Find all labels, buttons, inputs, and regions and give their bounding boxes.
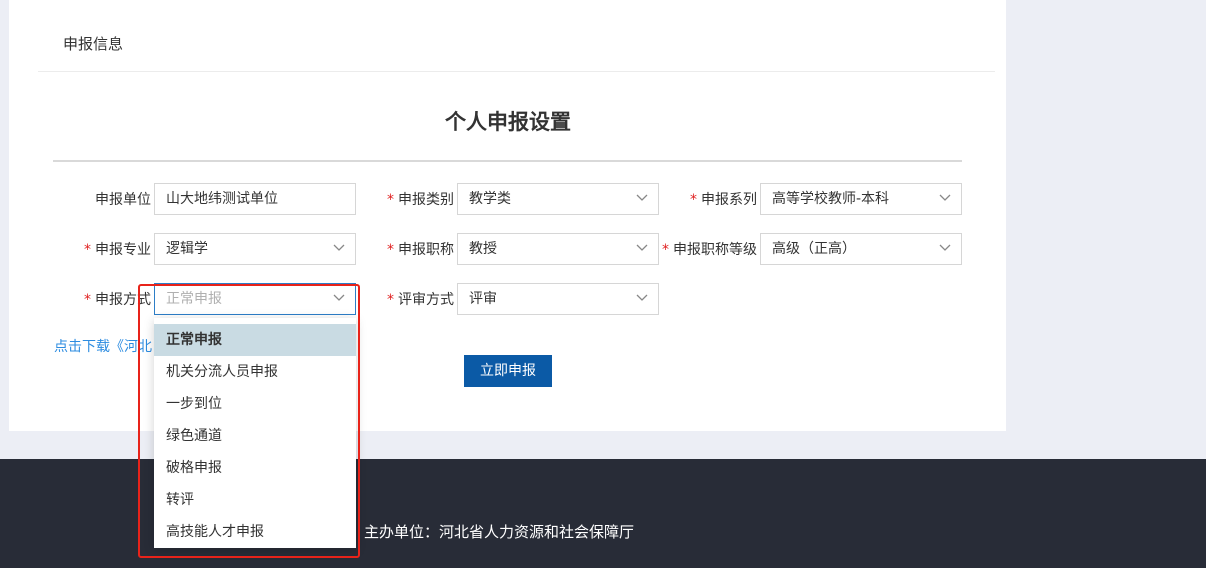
required-mark: * bbox=[387, 192, 394, 208]
title-divider bbox=[53, 160, 962, 162]
chevron-down-icon bbox=[636, 244, 648, 251]
major-label-text: 申报专业 bbox=[95, 242, 151, 258]
unit-input[interactable]: 山大地纬测试单位 bbox=[154, 183, 356, 215]
title-level-label: * 申报职称等级 bbox=[660, 234, 757, 266]
title-level-value: 高级（正高） bbox=[772, 241, 856, 257]
review-value: 评审 bbox=[469, 291, 497, 307]
review-label: * 评审方式 bbox=[370, 284, 454, 316]
title-name-label: * 申报职称 bbox=[370, 234, 454, 266]
review-select[interactable]: 评审 bbox=[457, 283, 659, 315]
series-value: 高等学校教师-本科 bbox=[772, 191, 890, 207]
dropdown-option[interactable]: 绿色通道 bbox=[154, 420, 356, 452]
section-title: 申报信息 bbox=[63, 35, 124, 53]
title-name-label-text: 申报职称 bbox=[398, 242, 454, 258]
major-value: 逻辑学 bbox=[166, 241, 208, 257]
dropdown-option[interactable]: 机关分流人员申报 bbox=[154, 356, 356, 388]
page-title: 个人申报设置 bbox=[445, 110, 571, 134]
dropdown-option[interactable]: 一步到位 bbox=[154, 388, 356, 420]
review-label-text: 评审方式 bbox=[398, 292, 454, 308]
required-mark: * bbox=[84, 292, 91, 308]
required-mark: * bbox=[387, 292, 394, 308]
major-select[interactable]: 逻辑学 bbox=[154, 233, 356, 265]
method-placeholder: 正常申报 bbox=[166, 291, 222, 307]
required-mark: * bbox=[84, 242, 91, 258]
method-label-text: 申报方式 bbox=[95, 292, 151, 308]
required-mark: * bbox=[662, 242, 669, 258]
dropdown-option[interactable]: 破格申报 bbox=[154, 452, 356, 484]
category-label: * 申报类别 bbox=[370, 184, 454, 216]
title-level-select[interactable]: 高级（正高） bbox=[760, 233, 962, 265]
required-mark: * bbox=[690, 192, 697, 208]
chevron-down-icon bbox=[939, 244, 951, 251]
series-select[interactable]: 高等学校教师-本科 bbox=[760, 183, 962, 215]
dropdown-option[interactable]: 正常申报 bbox=[154, 324, 356, 356]
chevron-down-icon bbox=[636, 194, 648, 201]
method-dropdown-menu: 正常申报 机关分流人员申报 一步到位 绿色通道 破格申报 转评 高技能人才申报 bbox=[154, 318, 356, 548]
category-value: 教学类 bbox=[469, 191, 511, 207]
series-label-text: 申报系列 bbox=[701, 192, 757, 208]
chevron-down-icon bbox=[636, 294, 648, 301]
footer-sponsor-text: 主办单位：河北省人力资源和社会保障厅 bbox=[364, 523, 635, 541]
unit-label: 申报单位 bbox=[54, 184, 151, 216]
method-label: * 申报方式 bbox=[54, 284, 151, 316]
title-name-select[interactable]: 教授 bbox=[457, 233, 659, 265]
title-name-value: 教授 bbox=[469, 241, 497, 257]
series-label: * 申报系列 bbox=[660, 184, 757, 216]
unit-value: 山大地纬测试单位 bbox=[166, 191, 278, 207]
method-select[interactable]: 正常申报 bbox=[154, 283, 356, 315]
chevron-down-icon bbox=[333, 294, 345, 301]
chevron-down-icon bbox=[939, 194, 951, 201]
download-link[interactable]: 点击下载《河北 bbox=[54, 336, 154, 356]
title-level-label-text: 申报职称等级 bbox=[673, 242, 757, 258]
section-divider bbox=[38, 71, 995, 72]
category-label-text: 申报类别 bbox=[398, 192, 454, 208]
dropdown-option[interactable]: 高技能人才申报 bbox=[154, 516, 356, 548]
dropdown-option[interactable]: 转评 bbox=[154, 484, 356, 516]
major-label: * 申报专业 bbox=[54, 234, 151, 266]
chevron-down-icon bbox=[333, 244, 345, 251]
unit-label-text: 申报单位 bbox=[95, 192, 151, 208]
required-mark: * bbox=[387, 242, 394, 258]
category-select[interactable]: 教学类 bbox=[457, 183, 659, 215]
submit-button[interactable]: 立即申报 bbox=[464, 355, 552, 387]
